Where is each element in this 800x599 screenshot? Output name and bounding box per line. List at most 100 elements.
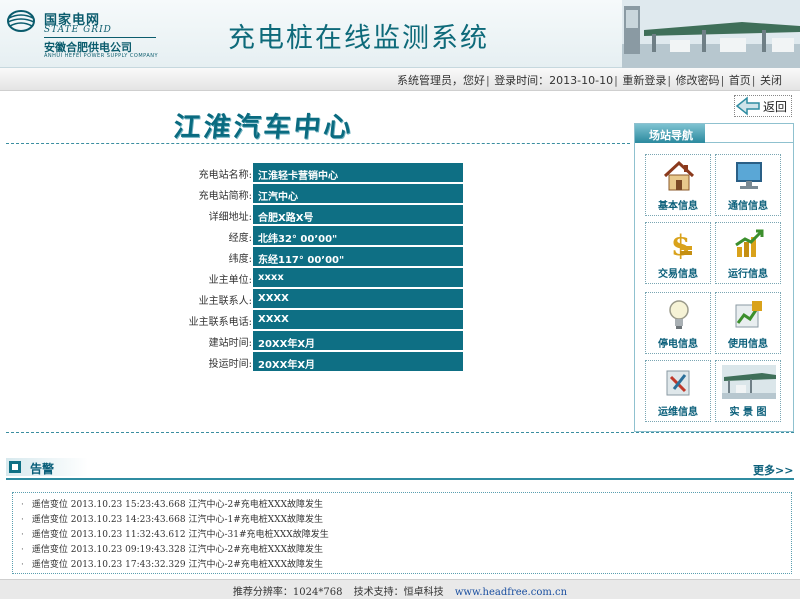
station-nav-title: 场站导航 <box>635 124 705 143</box>
nav-site-photo[interactable]: 实 景 图 <box>715 360 781 422</box>
info-row-contact: 业主联系人: XXXX <box>150 289 465 308</box>
back-label: 返回 <box>763 99 788 114</box>
info-label: 投运时间: <box>208 359 252 370</box>
info-value: 合肥X路X号 <box>253 205 463 224</box>
relogin-link[interactable]: 重新登录 <box>622 74 666 87</box>
alarm-square-icon <box>9 461 21 473</box>
bullet: · <box>21 560 24 570</box>
info-value: 东经117° 00’00" <box>253 247 463 266</box>
info-row-owner: 业主单位: xxxx <box>150 268 465 287</box>
lightbulb-icon <box>669 300 689 329</box>
footer-website-link[interactable]: www.headfree.com.cn <box>455 587 567 598</box>
nav-label: 通信信息 <box>728 201 768 212</box>
info-label: 业主联系电话: <box>188 317 252 328</box>
alarm-item[interactable]: · 遥信变位 2013.10.23 17:43:32.329 江汽中心-2#充电桩… <box>21 557 329 572</box>
info-label: 业主单位: <box>208 275 252 286</box>
more-link[interactable]: 更多>> <box>753 462 793 478</box>
nav-label: 基本信息 <box>658 201 698 212</box>
logo-company-en: ANHUI HEFEI POWER SUPPLY COMPANY <box>44 53 159 59</box>
header: 国家电网 STATE GRID 安徽合肥供电公司 ANHUI HEFEI POW… <box>0 0 800 68</box>
home-link[interactable]: 首页 <box>729 74 751 87</box>
bullet: · <box>21 515 24 525</box>
bullet: · <box>21 545 24 555</box>
charging-station-photo <box>622 0 800 68</box>
state-grid-logo: 国家电网 STATE GRID 安徽合肥供电公司 ANHUI HEFEI POW… <box>6 8 166 59</box>
alarm-text: 遥信变位 2013.10.23 15:23:43.668 江汽中心-2#充电桩X… <box>31 500 323 510</box>
info-label: 详细地址: <box>208 212 252 223</box>
info-value: 北纬32° 00’00" <box>253 226 463 245</box>
change-password-link[interactable]: 修改密码 <box>676 74 720 87</box>
nav-label: 使用信息 <box>728 339 768 350</box>
info-row-operation-time: 投运时间: 20XX年X月 <box>150 352 465 371</box>
info-label: 充电站名称: <box>198 170 252 181</box>
alarm-text: 遥信变位 2013.10.23 17:43:32.329 江汽中心-2#充电桩X… <box>31 560 323 570</box>
info-value: XXXX <box>253 289 463 308</box>
info-row-short-name: 充电站简称: 江汽中心 <box>150 184 465 203</box>
document-chart-icon <box>735 301 762 328</box>
close-link[interactable]: 关闭 <box>760 74 782 87</box>
nav-communication-info[interactable]: 通信信息 <box>715 154 781 216</box>
alarm-text: 遥信变位 2013.10.23 14:23:43.668 江汽中心-1#充电桩X… <box>31 515 323 525</box>
nav-tab-line <box>705 142 793 143</box>
info-value: 20XX年X月 <box>253 331 463 350</box>
nav-operation-info[interactable]: 运行信息 <box>715 222 781 284</box>
dollar-icon: $ <box>671 229 692 261</box>
bullet: · <box>21 500 24 510</box>
section-divider <box>6 432 794 433</box>
house-icon <box>663 160 695 191</box>
footer-resolution: 推荐分辨率：1024*768 <box>232 587 343 598</box>
info-row-address: 详细地址: 合肥X路X号 <box>150 205 465 224</box>
nav-label: 运行信息 <box>728 269 768 280</box>
alarm-list: · 遥信变位 2013.10.23 15:23:43.668 江汽中心-2#充电桩… <box>21 497 329 572</box>
login-time: 登录时间：2013-10-10 <box>494 74 614 87</box>
state-grid-globe-icon <box>7 10 35 32</box>
nav-label: 交易信息 <box>658 269 698 280</box>
info-value: 江汽中心 <box>253 184 463 203</box>
info-label: 充电站简称: <box>198 191 252 202</box>
logo-en: STATE GRID <box>44 25 112 35</box>
info-row-latitude: 纬度: 东经117° 00’00" <box>150 247 465 266</box>
alarm-text: 遥信变位 2013.10.23 11:32:43.612 江汽中心-31#充电桩… <box>31 530 329 540</box>
alarm-item[interactable]: · 遥信变位 2013.10.23 09:19:43.328 江汽中心-2#充电桩… <box>21 542 329 557</box>
back-arrow-icon <box>735 96 760 116</box>
info-label: 纬度: <box>228 254 252 265</box>
user-greeting: 系统管理员，您好 <box>396 74 485 87</box>
alarm-underline <box>6 478 794 480</box>
info-label: 建站时间: <box>208 338 252 349</box>
system-title: 充电桩在线监测系统 <box>228 23 489 54</box>
nav-outage-info[interactable]: 停电信息 <box>645 292 711 354</box>
nav-label: 实 景 图 <box>729 407 767 418</box>
info-value: XXXX <box>253 310 463 329</box>
info-value: xxxx <box>253 268 463 287</box>
station-name: 江淮汽车中心 <box>172 112 356 143</box>
info-row-phone: 业主联系电话: XXXX <box>150 310 465 329</box>
top-bar: 系统管理员，您好| 登录时间：2013-10-10| 重新登录| 修改密码| 首… <box>0 68 800 91</box>
alarm-item[interactable]: · 遥信变位 2013.10.23 14:23:43.668 江汽中心-1#充电桩… <box>21 512 329 527</box>
alarm-item[interactable]: · 遥信变位 2013.10.23 11:32:43.612 江汽中心-31#充电… <box>21 527 329 542</box>
info-label: 业主联系人: <box>198 296 252 307</box>
info-label: 经度: <box>228 233 252 244</box>
station-nav-panel: 场站导航 基本信息 通信信息 $ 交易信息 运行信息 停电信息 使用信息 运维信… <box>634 123 794 432</box>
logo-divider <box>44 37 156 38</box>
info-row-longitude: 经度: 北纬32° 00’00" <box>150 226 465 245</box>
alarm-item[interactable]: · 遥信变位 2013.10.23 15:23:43.668 江汽中心-2#充电桩… <box>21 497 329 512</box>
footer: 推荐分辨率：1024*768 技术支持：恒卓科技 www.headfree.co… <box>0 579 800 599</box>
nav-usage-info[interactable]: 使用信息 <box>715 292 781 354</box>
nav-basic-info[interactable]: 基本信息 <box>645 154 711 216</box>
footer-support: 技术支持：恒卓科技 <box>353 587 444 598</box>
user-links: 系统管理员，您好| 登录时间：2013-10-10| 重新登录| 修改密码| 首… <box>396 74 782 87</box>
alarm-text: 遥信变位 2013.10.23 09:19:43.328 江汽中心-2#充电桩X… <box>31 545 323 555</box>
bullet: · <box>21 530 24 540</box>
growth-chart-icon <box>735 229 764 257</box>
info-value: 20XX年X月 <box>253 352 463 371</box>
monitor-icon <box>736 162 762 189</box>
nav-label: 停电信息 <box>658 339 698 350</box>
nav-maintenance-info[interactable]: 运维信息 <box>645 360 711 422</box>
info-value: 江淮轻卡营销中心 <box>253 163 463 182</box>
info-row-name: 充电站名称: 江淮轻卡营销中心 <box>150 163 465 182</box>
nav-transaction-info[interactable]: $ 交易信息 <box>645 222 711 284</box>
alarm-header: 告警 <box>6 458 88 476</box>
alarm-title: 告警 <box>30 462 55 476</box>
back-button[interactable]: 返回 <box>734 95 792 117</box>
station-photo-icon <box>722 365 776 399</box>
